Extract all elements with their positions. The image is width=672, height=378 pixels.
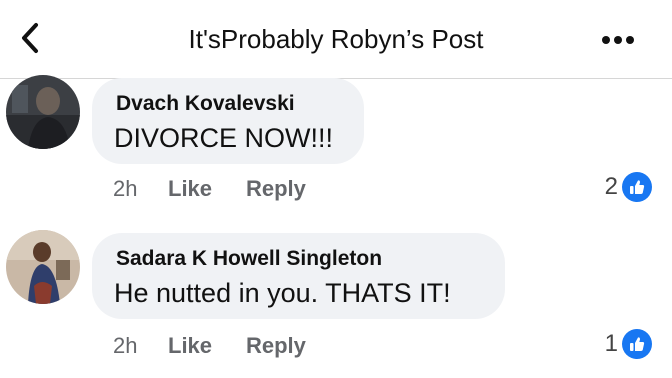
reply-button[interactable]: Reply bbox=[246, 176, 306, 202]
like-button[interactable]: Like bbox=[168, 176, 246, 202]
comment-time: 2h bbox=[113, 176, 138, 201]
more-horizontal-icon bbox=[602, 36, 634, 44]
reaction-count: 2 bbox=[604, 173, 618, 200]
more-options-button[interactable] bbox=[598, 26, 638, 54]
comment-time: 2h bbox=[113, 333, 138, 358]
comment-text: He nutted in you. THATS IT! bbox=[114, 278, 451, 308]
like-button[interactable]: Like bbox=[168, 333, 246, 359]
comment-bubble: Dvach Kovalevski DIVORCE NOW!!! bbox=[92, 78, 364, 164]
comment-actions: 2h Like Reply bbox=[113, 333, 306, 359]
thumbs-up-icon bbox=[622, 329, 652, 359]
comment-bubble: Sadara K Howell Singleton He nutted in y… bbox=[92, 233, 505, 319]
reaction-count: 1 bbox=[604, 330, 618, 357]
comment-text: DIVORCE NOW!!! bbox=[114, 123, 334, 153]
comment-actions: 2h Like Reply bbox=[113, 176, 306, 202]
comment-author[interactable]: Sadara K Howell Singleton bbox=[116, 247, 382, 271]
post-title: It'sProbably Robyn’s Post bbox=[188, 24, 484, 54]
reply-button[interactable]: Reply bbox=[246, 333, 306, 359]
avatar[interactable] bbox=[6, 75, 80, 149]
thumbs-up-icon bbox=[622, 172, 652, 202]
post-header: It'sProbably Robyn’s Post bbox=[0, 0, 672, 79]
comment-author[interactable]: Dvach Kovalevski bbox=[116, 92, 295, 116]
reaction-summary[interactable]: 2 bbox=[605, 172, 652, 202]
reaction-summary[interactable]: 1 bbox=[605, 329, 652, 359]
avatar[interactable] bbox=[6, 230, 80, 304]
